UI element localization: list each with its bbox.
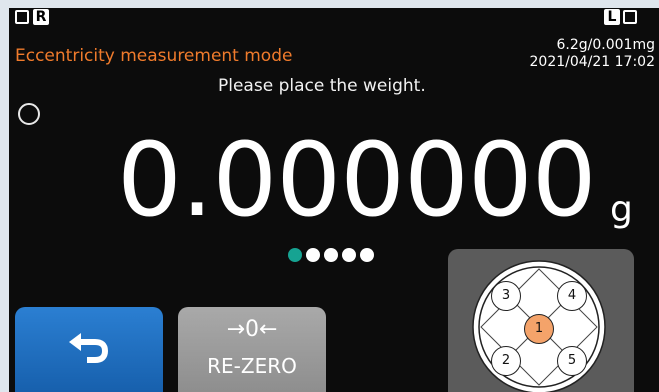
progress-dot <box>324 248 338 262</box>
capacity-readability: 6.2g/0.001mg <box>556 37 655 53</box>
left-indicator-letter: R <box>33 9 49 25</box>
position-marker-1: 1 <box>524 314 554 344</box>
return-arrow-icon <box>69 332 109 363</box>
progress-dot <box>288 248 302 262</box>
position-marker-3: 3 <box>491 281 521 311</box>
mode-title: Eccentricity measurement mode <box>15 46 293 66</box>
progress-dot <box>342 248 356 262</box>
progress-dot <box>306 248 320 262</box>
weight-unit: g <box>610 189 633 230</box>
right-indicator-box <box>623 10 637 24</box>
step-progress <box>288 248 374 262</box>
position-marker-4: 4 <box>557 281 587 311</box>
instruction-prompt: Please place the weight. <box>218 76 426 96</box>
weight-reading: 0.000000 <box>117 121 597 240</box>
rezero-button[interactable]: →0← RE-ZERO <box>178 307 326 392</box>
rezero-label: RE-ZERO <box>207 354 297 378</box>
pan-position-panel: 3 4 1 2 5 <box>448 249 634 392</box>
left-indicator-box <box>15 10 29 24</box>
position-marker-5: 5 <box>557 346 587 376</box>
stability-indicator-icon <box>18 103 40 125</box>
balance-screen: R L Eccentricity measurement mode 6.2g/0… <box>9 8 659 392</box>
rezero-symbol-icon: →0← <box>226 317 278 342</box>
right-indicator-letter: L <box>604 9 620 25</box>
progress-dot <box>360 248 374 262</box>
position-marker-2: 2 <box>491 346 521 376</box>
back-button[interactable] <box>15 307 163 392</box>
datetime: 2021/04/21 17:02 <box>529 54 656 70</box>
